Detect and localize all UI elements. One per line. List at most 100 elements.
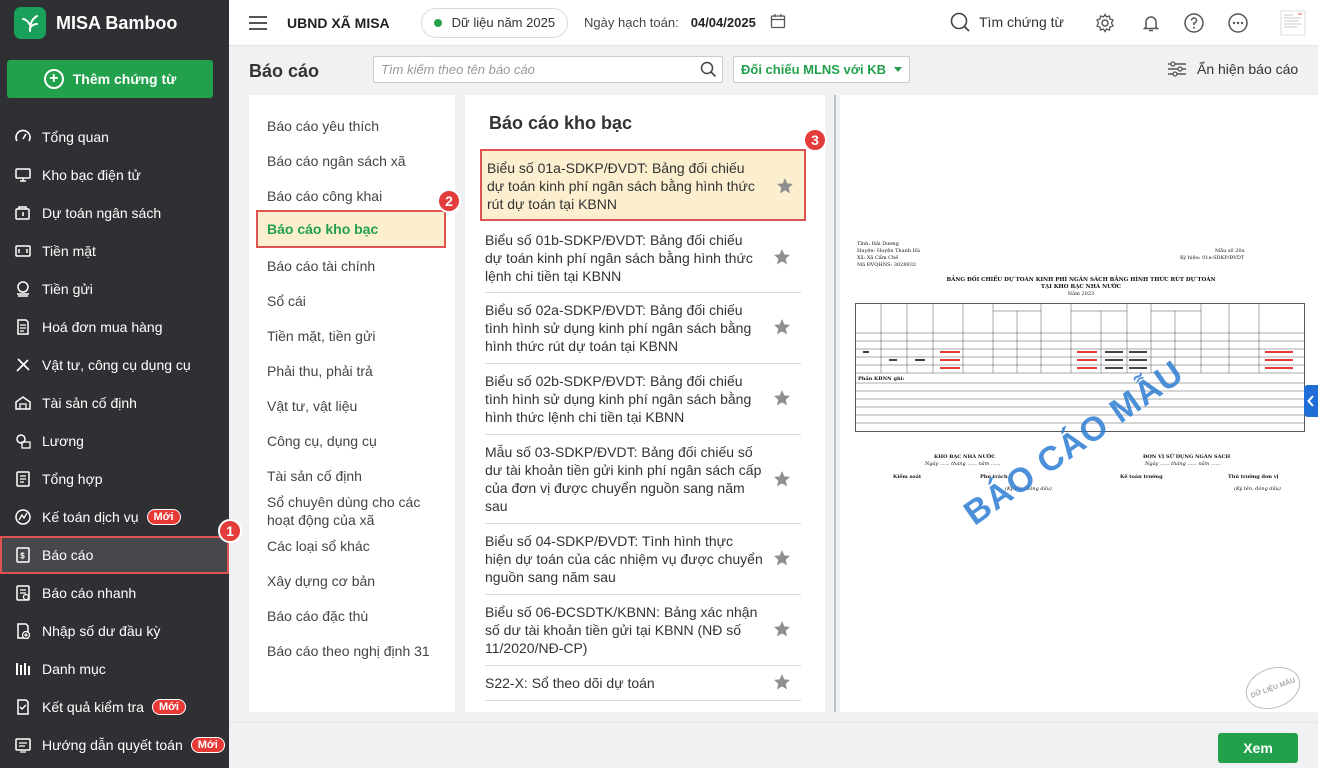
category-item[interactable]: Báo cáo đặc thù — [267, 607, 447, 625]
report-item[interactable]: Biểu số 02b-SDKP/ĐVDT: Bảng đối chiếu tì… — [485, 364, 801, 435]
check-result-icon — [13, 697, 33, 717]
category-item[interactable]: Báo cáo ngân sách xã — [267, 152, 447, 170]
star-icon[interactable] — [773, 620, 791, 638]
document-search-button[interactable]: Tìm chứng từ — [949, 11, 1064, 33]
star-icon[interactable] — [773, 318, 791, 336]
report-item[interactable]: Mẫu số 03-SDKP/ĐVDT: Bảng đối chiếu số d… — [485, 435, 801, 524]
preview-unit-signature: ĐƠN VỊ SỬ DỤNG NGÂN SÁCH — [1143, 454, 1231, 460]
category-item[interactable]: Phải thu, phải trả — [267, 362, 447, 380]
document-thumbnail-icon[interactable] — [1279, 10, 1307, 36]
sidebar-item-label: Tài sản cố định — [42, 395, 137, 411]
invoice-icon — [13, 317, 33, 337]
star-icon[interactable] — [773, 248, 791, 266]
sidebar-item-label: Tổng quan — [42, 129, 109, 145]
sidebar-item-kho-bac[interactable]: Kho bạc điện tử — [0, 156, 229, 194]
sidebar-item-du-toan[interactable]: Dự toán ngân sách — [0, 194, 229, 232]
monitor-icon — [13, 165, 33, 185]
sidebar-item-label: Dự toán ngân sách — [42, 205, 162, 221]
toggle-reports-button[interactable]: Ẩn hiện báo cáo — [1167, 60, 1298, 78]
report-item-label: Biểu số 04-SDKP/ĐVDT: Tình hình thực hiệ… — [485, 533, 763, 585]
category-item[interactable]: Tiền mặt, tiền gửi — [267, 327, 447, 345]
preview-form-number: Mẫu số 20a — [1215, 248, 1245, 254]
menu-icon[interactable] — [249, 15, 267, 30]
sidebar-item-ket-qua-kiem-tra[interactable]: Kết quả kiểm tra Mới — [0, 688, 229, 726]
panel-separator[interactable] — [834, 95, 836, 712]
preview-date-line: Ngày ...... tháng ...... năm ...... — [925, 461, 1001, 467]
category-item[interactable]: Sổ chuyên dùng cho các hoạt động của xã — [267, 493, 447, 529]
report-item[interactable]: Biểu số 02a-SDKP/ĐVDT: Bảng đối chiếu tì… — [485, 293, 801, 364]
star-icon[interactable] — [773, 470, 791, 488]
report-type-dropdown[interactable]: Đối chiếu MLNS với KB — [733, 56, 910, 83]
star-icon[interactable] — [773, 389, 791, 407]
app-name: MISA Bamboo — [56, 12, 178, 33]
category-item-active[interactable]: Báo cáo kho bạc — [256, 210, 446, 248]
calendar-icon[interactable] — [770, 13, 786, 32]
more-options-icon[interactable] — [1227, 12, 1249, 34]
sidebar-item-hoa-don[interactable]: Hoá đơn mua hàng — [0, 308, 229, 346]
category-item[interactable]: Báo cáo công khai — [267, 187, 447, 205]
sidebar-item-tien-gui[interactable]: Tiền gửi — [0, 270, 229, 308]
status-dot-icon — [433, 18, 442, 27]
report-item[interactable]: Biểu số 06-ĐCSDTK/KBNN: Bảng xác nhận số… — [485, 595, 801, 666]
star-icon[interactable] — [776, 177, 794, 195]
logo[interactable]: MISA Bamboo — [0, 0, 229, 46]
notification-bell-icon[interactable] — [1140, 12, 1162, 34]
star-icon[interactable] — [773, 673, 791, 691]
help-icon[interactable] — [1183, 12, 1205, 34]
footer-bar: Xem — [229, 722, 1318, 768]
category-item[interactable]: Xây dựng cơ bản — [267, 572, 447, 590]
new-badge: Mới — [146, 509, 181, 525]
posting-date-value[interactable]: 04/04/2025 — [691, 15, 756, 30]
category-item[interactable]: Sổ cái — [267, 292, 447, 310]
summary-icon — [13, 469, 33, 489]
report-item[interactable]: S22-X: Sổ theo dõi dự toán — [485, 666, 801, 701]
preview-controller: Kiểm soát — [893, 474, 922, 480]
sidebar-item-bao-cao-nhanh[interactable]: Báo cáo nhanh — [0, 574, 229, 612]
preview-unit-head: Thủ trưởng đơn vị — [1228, 474, 1279, 480]
sidebar-item-tien-mat[interactable]: Tiền mặt — [0, 232, 229, 270]
category-item[interactable]: Báo cáo yêu thích — [267, 117, 447, 135]
tools-icon — [13, 355, 33, 375]
preview-province: Tỉnh: Hải Dương — [857, 241, 899, 247]
search-icon — [950, 12, 970, 32]
preview-year: Năm 2023 — [1067, 291, 1095, 297]
sidebar-item-huong-dan[interactable]: Hướng dẫn quyết toán Mới — [0, 726, 229, 764]
preview-title-2: TẠI KHO BẠC NHÀ NƯỚC — [1040, 284, 1122, 290]
sidebar-item-tong-quan[interactable]: Tổng quan — [0, 118, 229, 156]
preview-form-code: Ký hiệu: 01a-SDKP/ĐVDT — [1180, 255, 1245, 261]
category-item[interactable]: Công cụ, dụng cụ — [267, 432, 447, 450]
toggle-reports-label: Ẩn hiện báo cáo — [1197, 61, 1299, 77]
report-search-input[interactable]: Tìm kiếm theo tên báo cáo — [373, 56, 723, 83]
sidebar-item-luong[interactable]: Lương — [0, 422, 229, 460]
sidebar-item-tong-hop[interactable]: Tổng hợp — [0, 460, 229, 498]
sidebar-item-vat-tu[interactable]: Vật tư, công cụ dụng cụ — [0, 346, 229, 384]
category-item[interactable]: Các loại sổ khác — [267, 537, 447, 555]
category-item[interactable]: Tài sản cố định — [267, 467, 447, 485]
organization-name[interactable]: UBND XÃ MISA — [287, 15, 390, 31]
report-icon: $ — [13, 545, 33, 565]
add-document-button[interactable]: + Thêm chứng từ — [7, 60, 213, 98]
report-item-selected[interactable]: Biểu số 01a-SDKP/ĐVDT: Bảng đối chiếu dự… — [480, 149, 806, 221]
report-item[interactable]: Biểu số 01b-SDKP/ĐVDT: Bảng đối chiếu dự… — [485, 229, 801, 293]
category-item[interactable]: Vật tư, vật liệu — [267, 397, 447, 415]
report-item[interactable]: Biểu số 04-SDKP/ĐVDT: Tình hình thực hiệ… — [485, 524, 801, 595]
settings-gear-icon[interactable] — [1094, 12, 1116, 34]
page-title: Báo cáo — [249, 60, 320, 81]
bamboo-logo-icon — [14, 7, 46, 39]
new-badge: Mới — [151, 699, 186, 715]
star-icon[interactable] — [773, 549, 791, 567]
sidebar-item-nhap-so-du[interactable]: Nhập số dư đầu kỳ — [0, 612, 229, 650]
collapse-panel-chevron-icon[interactable] — [1304, 385, 1318, 417]
sidebar-item-tscd[interactable]: Tài sản cố định — [0, 384, 229, 422]
sidebar-item-danh-muc[interactable]: Danh mục — [0, 650, 229, 688]
search-icon[interactable] — [700, 61, 717, 81]
report-list-title: Báo cáo kho bạc — [489, 113, 633, 133]
category-item[interactable]: Báo cáo tài chính — [267, 257, 447, 275]
sidebar-item-bao-cao[interactable]: $ Báo cáo — [0, 536, 229, 574]
data-year-selector[interactable]: Dữ liệu năm 2025 — [420, 7, 569, 38]
step-marker-3: 3 — [803, 128, 827, 152]
view-report-button[interactable]: Xem — [1218, 733, 1298, 763]
sidebar-item-ke-toan-dich-vu[interactable]: Kế toán dịch vụ Mới — [0, 498, 229, 536]
coins-icon — [13, 279, 33, 299]
category-item[interactable]: Báo cáo theo nghị định 31 — [267, 642, 447, 660]
